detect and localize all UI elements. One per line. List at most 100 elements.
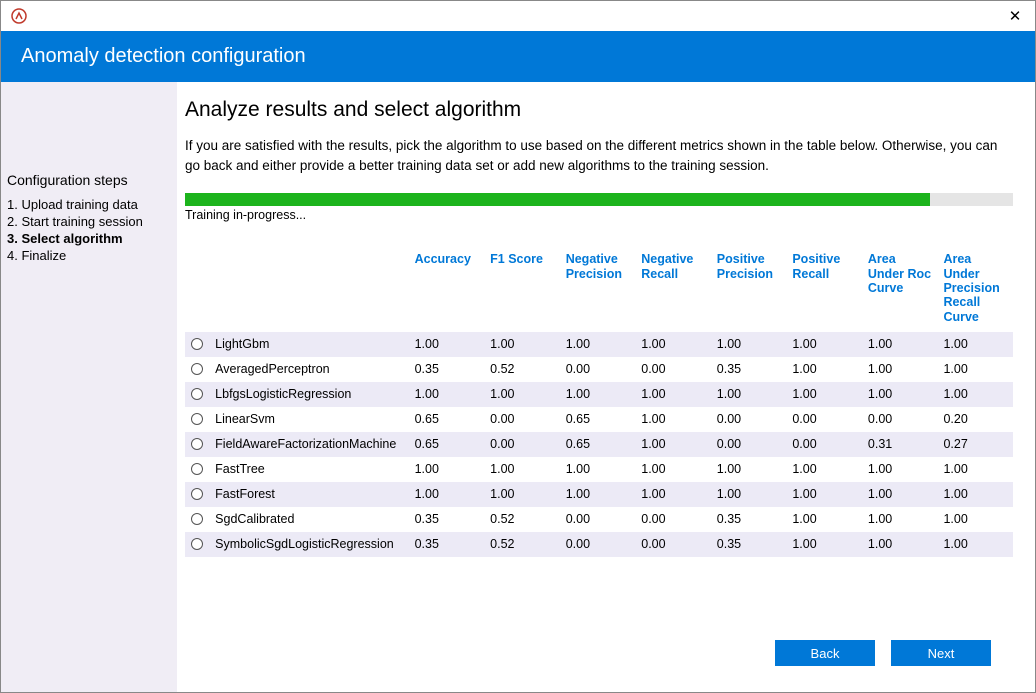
col-header[interactable]: Area Under Precision Recall Curve bbox=[937, 252, 1013, 332]
col-header[interactable]: Accuracy bbox=[409, 252, 485, 332]
table-row: FastTree1.001.001.001.001.001.001.001.00 bbox=[185, 457, 1013, 482]
metric-cell: 0.00 bbox=[786, 432, 862, 457]
table-row: AveragedPerceptron0.350.520.000.000.351.… bbox=[185, 357, 1013, 382]
titlebar: ✕ bbox=[1, 1, 1035, 31]
metric-cell: 1.00 bbox=[560, 382, 636, 407]
table-row: LbfgsLogisticRegression1.001.001.001.001… bbox=[185, 382, 1013, 407]
algorithm-radio[interactable] bbox=[191, 363, 203, 375]
row-radio-cell bbox=[185, 357, 209, 382]
algorithm-name: FieldAwareFactorizationMachine bbox=[209, 432, 408, 457]
col-header[interactable]: Positive Recall bbox=[786, 252, 862, 332]
metric-cell: 1.00 bbox=[635, 482, 711, 507]
row-radio-cell bbox=[185, 332, 209, 357]
metric-cell: 1.00 bbox=[409, 482, 485, 507]
metric-cell: 1.00 bbox=[484, 382, 560, 407]
metric-cell: 0.35 bbox=[409, 507, 485, 532]
metric-cell: 1.00 bbox=[862, 507, 938, 532]
back-button[interactable]: Back bbox=[775, 640, 875, 666]
metric-cell: 0.52 bbox=[484, 507, 560, 532]
metric-cell: 1.00 bbox=[937, 507, 1013, 532]
row-radio-cell bbox=[185, 432, 209, 457]
metric-cell: 0.00 bbox=[484, 432, 560, 457]
metric-cell: 0.65 bbox=[560, 432, 636, 457]
algorithm-radio[interactable] bbox=[191, 438, 203, 450]
algorithm-radio[interactable] bbox=[191, 413, 203, 425]
col-header[interactable]: Positive Precision bbox=[711, 252, 787, 332]
algorithm-radio[interactable] bbox=[191, 488, 203, 500]
algorithm-radio[interactable] bbox=[191, 538, 203, 550]
metric-cell: 1.00 bbox=[862, 332, 938, 357]
metric-cell: 0.00 bbox=[711, 432, 787, 457]
metric-cell: 1.00 bbox=[560, 482, 636, 507]
metric-cell: 0.27 bbox=[937, 432, 1013, 457]
row-radio-cell bbox=[185, 382, 209, 407]
algorithm-name: SymbolicSgdLogisticRegression bbox=[209, 532, 408, 557]
metric-cell: 1.00 bbox=[937, 357, 1013, 382]
metric-cell: 0.00 bbox=[635, 357, 711, 382]
algorithm-radio[interactable] bbox=[191, 513, 203, 525]
metric-cell: 1.00 bbox=[862, 532, 938, 557]
app-logo-icon bbox=[11, 8, 27, 24]
content: Configuration steps 1. Upload training d… bbox=[1, 82, 1035, 692]
metric-cell: 0.65 bbox=[409, 407, 485, 432]
metric-cell: 0.00 bbox=[635, 507, 711, 532]
col-header[interactable]: Negative Precision bbox=[560, 252, 636, 332]
metric-cell: 0.31 bbox=[862, 432, 938, 457]
metric-cell: 1.00 bbox=[711, 382, 787, 407]
row-radio-cell bbox=[185, 507, 209, 532]
progress-label: Training in-progress... bbox=[185, 208, 1013, 222]
metric-cell: 1.00 bbox=[560, 332, 636, 357]
metric-cell: 0.00 bbox=[560, 507, 636, 532]
metric-cell: 0.52 bbox=[484, 357, 560, 382]
next-button[interactable]: Next bbox=[891, 640, 991, 666]
col-header[interactable]: Negative Recall bbox=[635, 252, 711, 332]
metric-cell: 0.00 bbox=[786, 407, 862, 432]
metric-cell: 0.00 bbox=[711, 407, 787, 432]
algorithm-name: FastTree bbox=[209, 457, 408, 482]
algorithm-name: SgdCalibrated bbox=[209, 507, 408, 532]
algorithm-name: AveragedPerceptron bbox=[209, 357, 408, 382]
metric-cell: 1.00 bbox=[484, 457, 560, 482]
row-radio-cell bbox=[185, 457, 209, 482]
metric-cell: 0.00 bbox=[635, 532, 711, 557]
metric-cell: 0.35 bbox=[711, 357, 787, 382]
metric-cell: 1.00 bbox=[786, 482, 862, 507]
table-row: FieldAwareFactorizationMachine0.650.000.… bbox=[185, 432, 1013, 457]
table-row: LightGbm1.001.001.001.001.001.001.001.00 bbox=[185, 332, 1013, 357]
metric-cell: 0.00 bbox=[560, 357, 636, 382]
wizard-title: Anomaly detection configuration bbox=[21, 45, 306, 67]
row-radio-cell bbox=[185, 407, 209, 432]
algorithm-name: FastForest bbox=[209, 482, 408, 507]
algorithm-radio[interactable] bbox=[191, 463, 203, 475]
algorithm-name: LbfgsLogisticRegression bbox=[209, 382, 408, 407]
algorithm-radio[interactable] bbox=[191, 388, 203, 400]
metric-cell: 0.65 bbox=[409, 432, 485, 457]
sidebar-step-2[interactable]: 2. Start training session bbox=[7, 213, 177, 230]
metric-cell: 1.00 bbox=[635, 457, 711, 482]
metric-cell: 1.00 bbox=[937, 457, 1013, 482]
metric-cell: 1.00 bbox=[862, 382, 938, 407]
footer: Back Next bbox=[185, 628, 1013, 682]
metric-cell: 1.00 bbox=[711, 332, 787, 357]
main: Analyze results and select algorithm If … bbox=[177, 82, 1035, 692]
metric-cell: 1.00 bbox=[635, 382, 711, 407]
algorithm-name: LightGbm bbox=[209, 332, 408, 357]
col-header[interactable]: Area Under Roc Curve bbox=[862, 252, 938, 332]
col-header[interactable]: F1 Score bbox=[484, 252, 560, 332]
sidebar-step-1[interactable]: 1. Upload training data bbox=[7, 196, 177, 213]
algorithm-radio[interactable] bbox=[191, 338, 203, 350]
metric-cell: 0.35 bbox=[409, 532, 485, 557]
metric-cell: 0.35 bbox=[711, 532, 787, 557]
metric-cell: 1.00 bbox=[711, 482, 787, 507]
metric-cell: 1.00 bbox=[937, 482, 1013, 507]
metric-cell: 1.00 bbox=[786, 532, 862, 557]
metric-cell: 1.00 bbox=[786, 382, 862, 407]
close-button[interactable]: ✕ bbox=[995, 1, 1035, 31]
sidebar-step-4[interactable]: 4. Finalize bbox=[7, 247, 177, 264]
metric-cell: 1.00 bbox=[786, 457, 862, 482]
page-title: Analyze results and select algorithm bbox=[185, 98, 1013, 122]
metric-cell: 1.00 bbox=[409, 457, 485, 482]
sidebar-title: Configuration steps bbox=[7, 172, 177, 188]
metric-cell: 0.00 bbox=[484, 407, 560, 432]
sidebar-step-3[interactable]: 3. Select algorithm bbox=[7, 230, 177, 247]
